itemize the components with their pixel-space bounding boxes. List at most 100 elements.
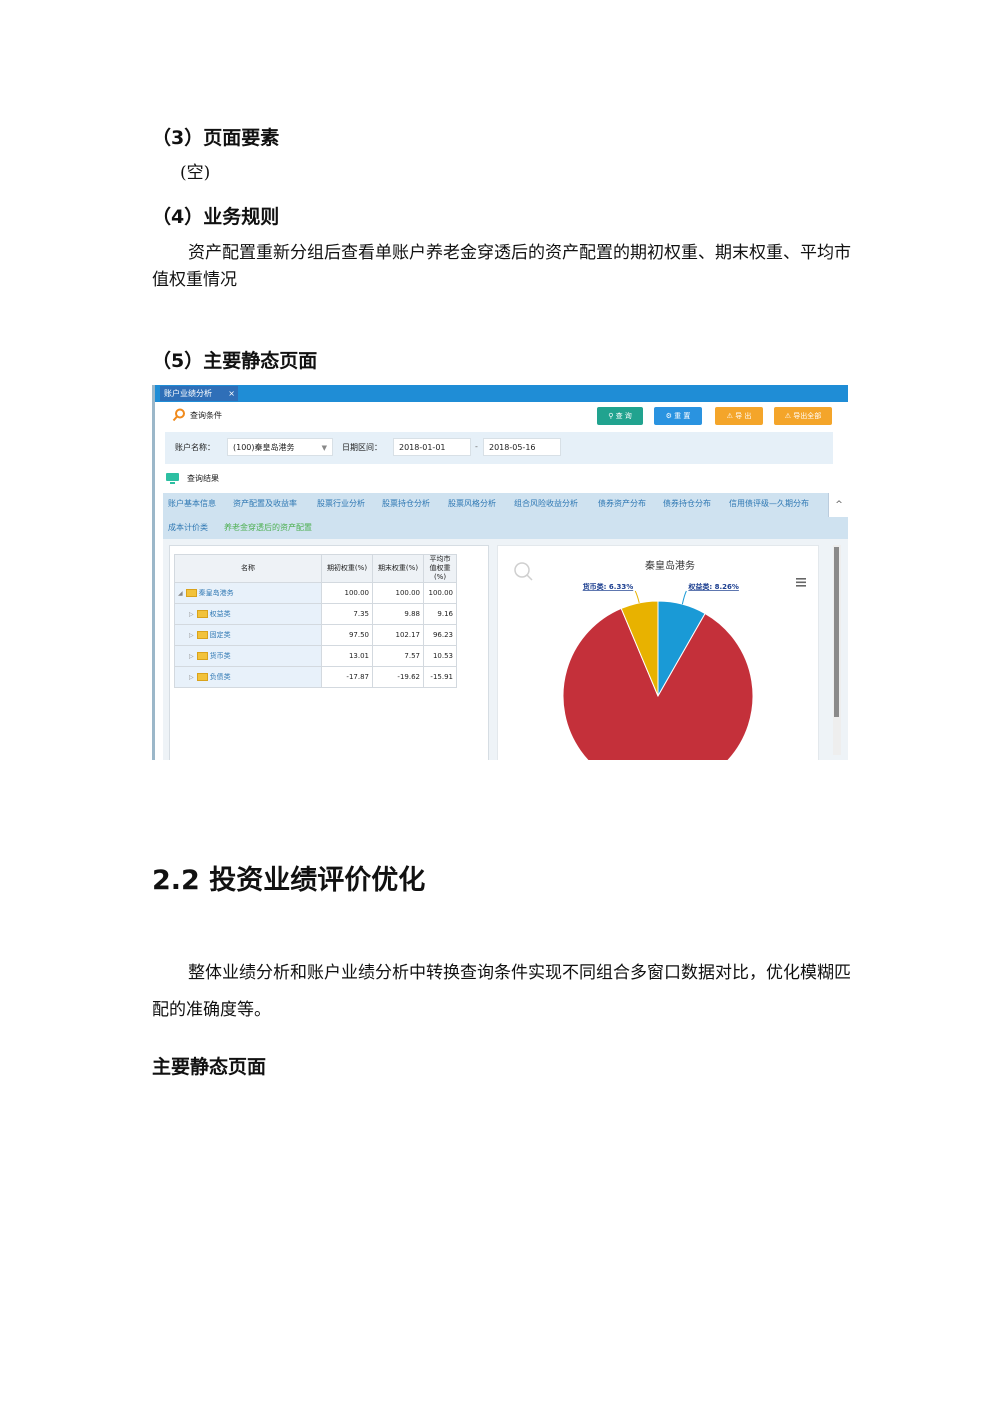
end-weight: -19.62: [372, 666, 424, 688]
search-icon: [172, 408, 185, 422]
search-button[interactable]: ⚲ 查 询: [597, 407, 643, 425]
avg-weight: -15.91: [423, 666, 457, 688]
nav-item[interactable]: 股票风格分析: [448, 498, 496, 509]
row-name: ▷ 固定类: [174, 624, 322, 646]
weights-table: 名称 期初权重(%) 期末权重(%) 平均市值权重(%) ◢ 秦皇岛港务 100.…: [174, 554, 457, 688]
gear-icon: ⚙: [665, 412, 675, 420]
section-2-2-heading: 2.2 投资业绩评价优化: [152, 865, 426, 896]
pie-label-connector-2: [634, 590, 640, 603]
nav-item[interactable]: 债券资产分布: [598, 498, 646, 509]
scrollbar[interactable]: [833, 545, 841, 755]
query-header: 查询条件 ⚲ 查 询 ⚙ 重 置 ⚠ 导 出 ⚠ 导出全部: [160, 405, 848, 427]
folder-icon: [196, 652, 208, 660]
begin-weight: 100.00: [321, 582, 373, 604]
col-end-weight-header: 期末权重(%): [372, 554, 424, 583]
avg-weight: 100.00: [423, 582, 457, 604]
avg-weight: 10.53: [423, 645, 457, 667]
row-name: ▷ 权益类: [174, 603, 322, 625]
reset-button[interactable]: ⚙ 重 置: [654, 407, 702, 425]
results-label: 查询结果: [187, 474, 219, 483]
section-5-heading: （5）主要静态页面: [152, 350, 318, 372]
monitor-icon: [166, 473, 179, 484]
section-4-heading: （4）业务规则: [152, 206, 280, 228]
section-2-2-body: 整体业绩分析和账户业绩分析中转换查询条件实现不同组合多窗口数据对比，优化模糊匹配…: [152, 963, 851, 1020]
begin-weight: 7.35: [321, 603, 373, 625]
search-button-icon: ⚲: [608, 412, 616, 420]
pie-chart: 秦皇岛港务 权益类: 8.26% 货币类: 6.33%: [514, 559, 806, 760]
table-row[interactable]: ▷ 固定类 97.50 102.17 96.23: [174, 624, 457, 646]
export-all-button[interactable]: ⚠ 导出全部: [774, 407, 832, 425]
nav-item[interactable]: 账户基本信息: [168, 498, 216, 509]
analysis-nav: 账户基本信息 资产配置及收益率 股票行业分析 股票持仓分析 股票风格分析 组合风…: [163, 493, 848, 539]
date-to-input[interactable]: 2018-05-16: [483, 438, 561, 456]
folder-icon: [196, 673, 208, 681]
expand-icon[interactable]: ▷: [189, 653, 194, 660]
avg-weight: 9.16: [423, 603, 457, 625]
begin-weight: 13.01: [321, 645, 373, 667]
close-icon[interactable]: ×: [228, 386, 235, 401]
table-row[interactable]: ◢ 秦皇岛港务 100.00 100.00 100.00: [174, 582, 457, 604]
expanded-icon[interactable]: ◢: [178, 590, 183, 597]
nav-item[interactable]: 资产配置及收益率: [233, 498, 297, 509]
table-row[interactable]: ▷ 权益类 7.35 9.88 9.16: [174, 603, 457, 625]
export-icon: ⚠: [726, 412, 736, 420]
scrollbar-thumb[interactable]: [834, 547, 839, 717]
nav-item[interactable]: 成本计价类: [168, 522, 208, 533]
col-begin-weight-header: 期初权重(%): [321, 554, 373, 583]
nav-item-active[interactable]: 养老金穿透后的资产配置: [224, 522, 312, 533]
end-weight: 102.17: [372, 624, 424, 646]
chevron-down-icon: ▼: [321, 444, 327, 452]
date-from-input[interactable]: 2018-01-01: [393, 438, 471, 456]
pie-label-connector-0: [681, 590, 687, 605]
expand-icon[interactable]: ▷: [189, 611, 194, 618]
folder-icon: [185, 589, 197, 597]
collapse-button[interactable]: ^: [828, 493, 848, 517]
folder-icon: [196, 631, 208, 639]
expand-icon[interactable]: ▷: [189, 632, 194, 639]
zoom-icon[interactable]: [514, 562, 533, 581]
nav-item[interactable]: 股票持仓分析: [382, 498, 430, 509]
export-button[interactable]: ⚠ 导 出: [715, 407, 763, 425]
results-content: 名称 期初权重(%) 期末权重(%) 平均市值权重(%) ◢ 秦皇岛港务 100.…: [163, 539, 848, 760]
pie-data-label-2: 货币类: 6.33%: [582, 582, 634, 591]
nav-item[interactable]: 信用债评级—久期分布: [729, 498, 809, 509]
avg-weight: 96.23: [423, 624, 457, 646]
date-range-label: 日期区间：: [342, 443, 382, 452]
export-all-icon: ⚠: [784, 412, 794, 420]
section-4-body: 资产配置重新分组后查看单账户养老金穿透后的资产配置的期初权重、期末权重、平均市值…: [152, 243, 851, 290]
static-page-screenshot: 账户业绩分析 × 查询条件 ⚲ 查 询 ⚙ 重 置 ⚠ 导 出 ⚠ 导出全部 账…: [152, 385, 848, 760]
menu-icon[interactable]: [796, 578, 806, 587]
end-weight: 100.00: [372, 582, 424, 604]
query-form: 账户名称： (100)秦皇岛港务 ▼ 日期区间： 2018-01-01 - 20…: [165, 432, 833, 464]
account-name-label: 账户名称：: [175, 443, 215, 452]
nav-item[interactable]: 债券持仓分布: [663, 498, 711, 509]
row-name: ◢ 秦皇岛港务: [174, 582, 322, 604]
date-separator: -: [475, 442, 478, 451]
pie-data-label-0: 权益类: 8.26%: [687, 582, 739, 591]
section-3-body: (空): [180, 163, 211, 183]
nav-item[interactable]: 股票行业分析: [317, 498, 365, 509]
table-row[interactable]: ▷ 货币类 13.01 7.57 10.53: [174, 645, 457, 667]
begin-weight: -17.87: [321, 666, 373, 688]
expand-icon[interactable]: ▷: [189, 674, 194, 681]
section-2-2-subheading: 主要静态页面: [152, 1056, 267, 1078]
folder-icon: [196, 610, 208, 618]
section-3-heading: （3）页面要素: [152, 127, 280, 149]
nav-item[interactable]: 组合风险收益分析: [514, 498, 578, 509]
end-weight: 9.88: [372, 603, 424, 625]
chart-title: 秦皇岛港务: [645, 559, 695, 572]
table-header-row: 名称 期初权重(%) 期末权重(%) 平均市值权重(%): [174, 554, 457, 583]
account-select[interactable]: (100)秦皇岛港务 ▼: [227, 438, 333, 456]
tab-bar: 账户业绩分析 ×: [155, 385, 848, 402]
tab-account-performance[interactable]: 账户业绩分析 ×: [160, 386, 238, 401]
begin-weight: 97.50: [321, 624, 373, 646]
table-row[interactable]: ▷ 负债类 -17.87 -19.62 -15.91: [174, 666, 457, 688]
col-avg-weight-header: 平均市值权重(%): [423, 554, 457, 583]
weights-table-panel: 名称 期初权重(%) 期末权重(%) 平均市值权重(%) ◢ 秦皇岛港务 100.…: [169, 545, 489, 760]
query-conditions-label: 查询条件: [190, 411, 222, 420]
row-name: ▷ 货币类: [174, 645, 322, 667]
row-name: ▷ 负债类: [174, 666, 322, 688]
end-weight: 7.57: [372, 645, 424, 667]
tab-label: 账户业绩分析: [164, 389, 212, 398]
col-name-header: 名称: [174, 554, 322, 583]
